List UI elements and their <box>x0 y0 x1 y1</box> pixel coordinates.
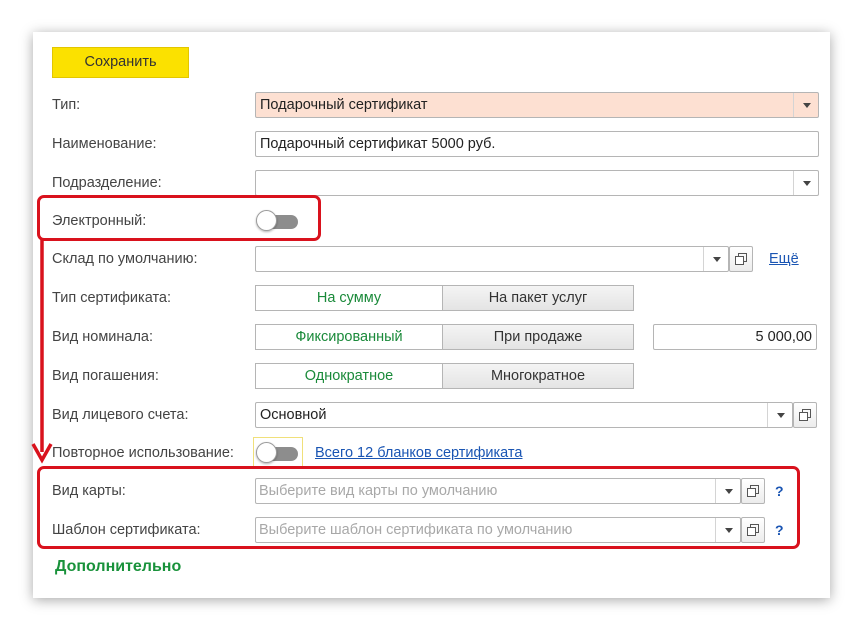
nominal-option-on-sale[interactable]: При продаже <box>442 324 634 350</box>
toggle-knob <box>256 442 277 463</box>
type-label: Тип: <box>52 97 81 113</box>
chevron-down-icon[interactable] <box>767 403 792 427</box>
blanks-count-link[interactable]: Всего 12 бланков сертификата <box>315 440 522 466</box>
nominal-label: Вид номинала: <box>52 329 154 345</box>
more-link[interactable]: Ещё <box>769 246 799 272</box>
warehouse-open-button[interactable] <box>729 246 753 272</box>
division-label: Подразделение: <box>52 175 162 191</box>
division-select[interactable] <box>255 170 819 196</box>
open-window-icon <box>799 409 811 421</box>
highlight-electronic <box>37 195 321 241</box>
repayment-option-single[interactable]: Однократное <box>255 363 443 389</box>
reuse-label: Повторное использование: <box>52 445 234 461</box>
type-value: Подарочный сертификат <box>260 97 428 113</box>
nominal-amount-value: 5 000,00 <box>755 329 812 345</box>
chevron-down-icon[interactable] <box>703 247 728 271</box>
open-window-icon <box>735 253 747 265</box>
account-value: Основной <box>260 407 327 423</box>
account-open-button[interactable] <box>793 402 817 428</box>
cert-type-option-sum[interactable]: На сумму <box>255 285 443 311</box>
cert-type-option-package[interactable]: На пакет услуг <box>442 285 634 311</box>
warehouse-label: Склад по умолчанию: <box>52 251 198 267</box>
name-input[interactable]: Подарочный сертификат 5000 руб. <box>255 131 819 157</box>
save-button[interactable]: Сохранить <box>52 47 189 78</box>
reuse-toggle[interactable] <box>256 442 300 464</box>
highlight-card-template <box>37 466 800 549</box>
chevron-down-icon[interactable] <box>793 171 818 195</box>
name-label: Наименование: <box>52 136 157 152</box>
chevron-down-icon[interactable] <box>793 93 818 117</box>
nominal-option-fixed[interactable]: Фиксированный <box>255 324 443 350</box>
warehouse-select[interactable] <box>255 246 729 272</box>
repayment-label: Вид погашения: <box>52 368 159 384</box>
nominal-amount-input[interactable]: 5 000,00 <box>653 324 817 350</box>
type-select[interactable]: Подарочный сертификат <box>255 92 819 118</box>
account-select[interactable]: Основной <box>255 402 793 428</box>
repayment-option-multiple[interactable]: Многократное <box>442 363 634 389</box>
name-value: Подарочный сертификат 5000 руб. <box>260 136 496 152</box>
additional-section-link[interactable]: Дополнительно <box>55 558 181 576</box>
red-arrow-icon <box>31 238 53 464</box>
cert-type-label: Тип сертификата: <box>52 290 172 306</box>
account-label: Вид лицевого счета: <box>52 407 189 423</box>
